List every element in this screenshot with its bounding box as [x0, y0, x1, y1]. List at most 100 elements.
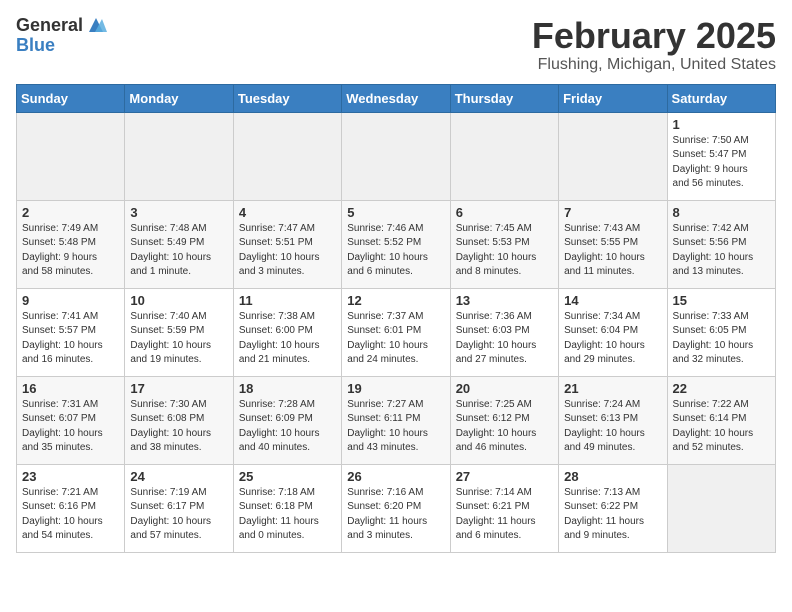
calendar-cell: 20 Sunrise: 7:25 AM Sunset: 6:12 PM Dayli… [450, 376, 558, 464]
calendar-cell: 27 Sunrise: 7:14 AM Sunset: 6:21 PM Dayli… [450, 464, 558, 552]
calendar-cell [559, 112, 667, 200]
calendar-cell: 1 Sunrise: 7:50 AM Sunset: 5:47 PM Daylig… [667, 112, 775, 200]
day-number: 9 [22, 293, 119, 308]
day-info: Sunrise: 7:45 AM Sunset: 5:53 PM Dayligh… [456, 222, 553, 280]
day-number: 28 [564, 469, 661, 484]
day-info: Sunrise: 7:21 AM Sunset: 6:16 PM Dayligh… [22, 486, 119, 544]
weekday-header-monday: Monday [125, 84, 233, 112]
calendar-cell: 3 Sunrise: 7:48 AM Sunset: 5:49 PM Daylig… [125, 200, 233, 288]
day-number: 16 [22, 381, 119, 396]
weekday-header-saturday: Saturday [667, 84, 775, 112]
day-info: Sunrise: 7:25 AM Sunset: 6:12 PM Dayligh… [456, 398, 553, 456]
calendar-cell: 21 Sunrise: 7:24 AM Sunset: 6:13 PM Dayli… [559, 376, 667, 464]
calendar-cell: 14 Sunrise: 7:34 AM Sunset: 6:04 PM Dayli… [559, 288, 667, 376]
day-number: 26 [347, 469, 444, 484]
calendar-cell: 6 Sunrise: 7:45 AM Sunset: 5:53 PM Daylig… [450, 200, 558, 288]
day-info: Sunrise: 7:33 AM Sunset: 6:05 PM Dayligh… [673, 310, 770, 368]
calendar-cell: 28 Sunrise: 7:13 AM Sunset: 6:22 PM Dayli… [559, 464, 667, 552]
day-number: 23 [22, 469, 119, 484]
calendar-cell: 24 Sunrise: 7:19 AM Sunset: 6:17 PM Dayli… [125, 464, 233, 552]
location-title: Flushing, Michigan, United States [532, 56, 776, 74]
day-number: 15 [673, 293, 770, 308]
calendar-week-row: 1 Sunrise: 7:50 AM Sunset: 5:47 PM Daylig… [17, 112, 776, 200]
calendar-cell: 5 Sunrise: 7:46 AM Sunset: 5:52 PM Daylig… [342, 200, 450, 288]
calendar-cell: 2 Sunrise: 7:49 AM Sunset: 5:48 PM Daylig… [17, 200, 125, 288]
day-number: 10 [130, 293, 227, 308]
calendar-cell: 17 Sunrise: 7:30 AM Sunset: 6:08 PM Dayli… [125, 376, 233, 464]
day-number: 21 [564, 381, 661, 396]
day-info: Sunrise: 7:43 AM Sunset: 5:55 PM Dayligh… [564, 222, 661, 280]
day-info: Sunrise: 7:31 AM Sunset: 6:07 PM Dayligh… [22, 398, 119, 456]
day-info: Sunrise: 7:38 AM Sunset: 6:00 PM Dayligh… [239, 310, 336, 368]
page-header: General Blue February 2025 Flushing, Mic… [16, 16, 776, 74]
day-number: 25 [239, 469, 336, 484]
calendar-table: SundayMondayTuesdayWednesdayThursdayFrid… [16, 84, 776, 553]
month-title: February 2025 [532, 16, 776, 56]
day-info: Sunrise: 7:24 AM Sunset: 6:13 PM Dayligh… [564, 398, 661, 456]
day-number: 1 [673, 117, 770, 132]
calendar-cell [342, 112, 450, 200]
logo-icon [85, 14, 107, 36]
calendar-cell [17, 112, 125, 200]
day-number: 20 [456, 381, 553, 396]
day-info: Sunrise: 7:37 AM Sunset: 6:01 PM Dayligh… [347, 310, 444, 368]
day-info: Sunrise: 7:46 AM Sunset: 5:52 PM Dayligh… [347, 222, 444, 280]
calendar-cell [233, 112, 341, 200]
day-info: Sunrise: 7:50 AM Sunset: 5:47 PM Dayligh… [673, 134, 770, 192]
day-number: 6 [456, 205, 553, 220]
calendar-cell: 23 Sunrise: 7:21 AM Sunset: 6:16 PM Dayli… [17, 464, 125, 552]
calendar-week-row: 23 Sunrise: 7:21 AM Sunset: 6:16 PM Dayli… [17, 464, 776, 552]
calendar-cell: 10 Sunrise: 7:40 AM Sunset: 5:59 PM Dayli… [125, 288, 233, 376]
calendar-cell: 4 Sunrise: 7:47 AM Sunset: 5:51 PM Daylig… [233, 200, 341, 288]
day-info: Sunrise: 7:13 AM Sunset: 6:22 PM Dayligh… [564, 486, 661, 544]
calendar-cell: 19 Sunrise: 7:27 AM Sunset: 6:11 PM Dayli… [342, 376, 450, 464]
day-number: 14 [564, 293, 661, 308]
calendar-cell: 25 Sunrise: 7:18 AM Sunset: 6:18 PM Dayli… [233, 464, 341, 552]
day-number: 3 [130, 205, 227, 220]
day-info: Sunrise: 7:28 AM Sunset: 6:09 PM Dayligh… [239, 398, 336, 456]
day-number: 11 [239, 293, 336, 308]
calendar-cell: 12 Sunrise: 7:37 AM Sunset: 6:01 PM Dayli… [342, 288, 450, 376]
calendar-week-row: 16 Sunrise: 7:31 AM Sunset: 6:07 PM Dayli… [17, 376, 776, 464]
day-number: 2 [22, 205, 119, 220]
calendar-cell: 18Sunrise: 7:28 AM Sunset: 6:09 PM Dayli… [233, 376, 341, 464]
calendar-cell: 26Sunrise: 7:16 AM Sunset: 6:20 PM Dayli… [342, 464, 450, 552]
day-info: Sunrise: 7:47 AM Sunset: 5:51 PM Dayligh… [239, 222, 336, 280]
day-number: 7 [564, 205, 661, 220]
day-number: 27 [456, 469, 553, 484]
calendar-cell: 8 Sunrise: 7:42 AM Sunset: 5:56 PM Daylig… [667, 200, 775, 288]
day-number: 4 [239, 205, 336, 220]
calendar-week-row: 9Sunrise: 7:41 AM Sunset: 5:57 PM Daylig… [17, 288, 776, 376]
day-number: 19 [347, 381, 444, 396]
logo: General Blue [16, 16, 107, 56]
calendar-week-row: 2 Sunrise: 7:49 AM Sunset: 5:48 PM Daylig… [17, 200, 776, 288]
calendar-cell [450, 112, 558, 200]
day-info: Sunrise: 7:14 AM Sunset: 6:21 PM Dayligh… [456, 486, 553, 544]
weekday-header-sunday: Sunday [17, 84, 125, 112]
day-number: 8 [673, 205, 770, 220]
day-info: Sunrise: 7:34 AM Sunset: 6:04 PM Dayligh… [564, 310, 661, 368]
day-number: 17 [130, 381, 227, 396]
day-info: Sunrise: 7:30 AM Sunset: 6:08 PM Dayligh… [130, 398, 227, 456]
calendar-cell: 15 Sunrise: 7:33 AM Sunset: 6:05 PM Dayli… [667, 288, 775, 376]
day-number: 5 [347, 205, 444, 220]
day-info: Sunrise: 7:36 AM Sunset: 6:03 PM Dayligh… [456, 310, 553, 368]
logo-general: General [16, 16, 83, 36]
day-info: Sunrise: 7:27 AM Sunset: 6:11 PM Dayligh… [347, 398, 444, 456]
calendar-cell: 7 Sunrise: 7:43 AM Sunset: 5:55 PM Daylig… [559, 200, 667, 288]
day-info: Sunrise: 7:22 AM Sunset: 6:14 PM Dayligh… [673, 398, 770, 456]
calendar-cell [125, 112, 233, 200]
day-info: Sunrise: 7:48 AM Sunset: 5:49 PM Dayligh… [130, 222, 227, 280]
day-info: Sunrise: 7:40 AM Sunset: 5:59 PM Dayligh… [130, 310, 227, 368]
weekday-header-tuesday: Tuesday [233, 84, 341, 112]
weekday-header-thursday: Thursday [450, 84, 558, 112]
day-info: Sunrise: 7:49 AM Sunset: 5:48 PM Dayligh… [22, 222, 119, 280]
day-number: 24 [130, 469, 227, 484]
day-info: Sunrise: 7:42 AM Sunset: 5:56 PM Dayligh… [673, 222, 770, 280]
weekday-header-friday: Friday [559, 84, 667, 112]
day-number: 12 [347, 293, 444, 308]
calendar-cell: 13 Sunrise: 7:36 AM Sunset: 6:03 PM Dayli… [450, 288, 558, 376]
day-number: 13 [456, 293, 553, 308]
day-info: Sunrise: 7:19 AM Sunset: 6:17 PM Dayligh… [130, 486, 227, 544]
day-info: Sunrise: 7:18 AM Sunset: 6:18 PM Dayligh… [239, 486, 336, 544]
